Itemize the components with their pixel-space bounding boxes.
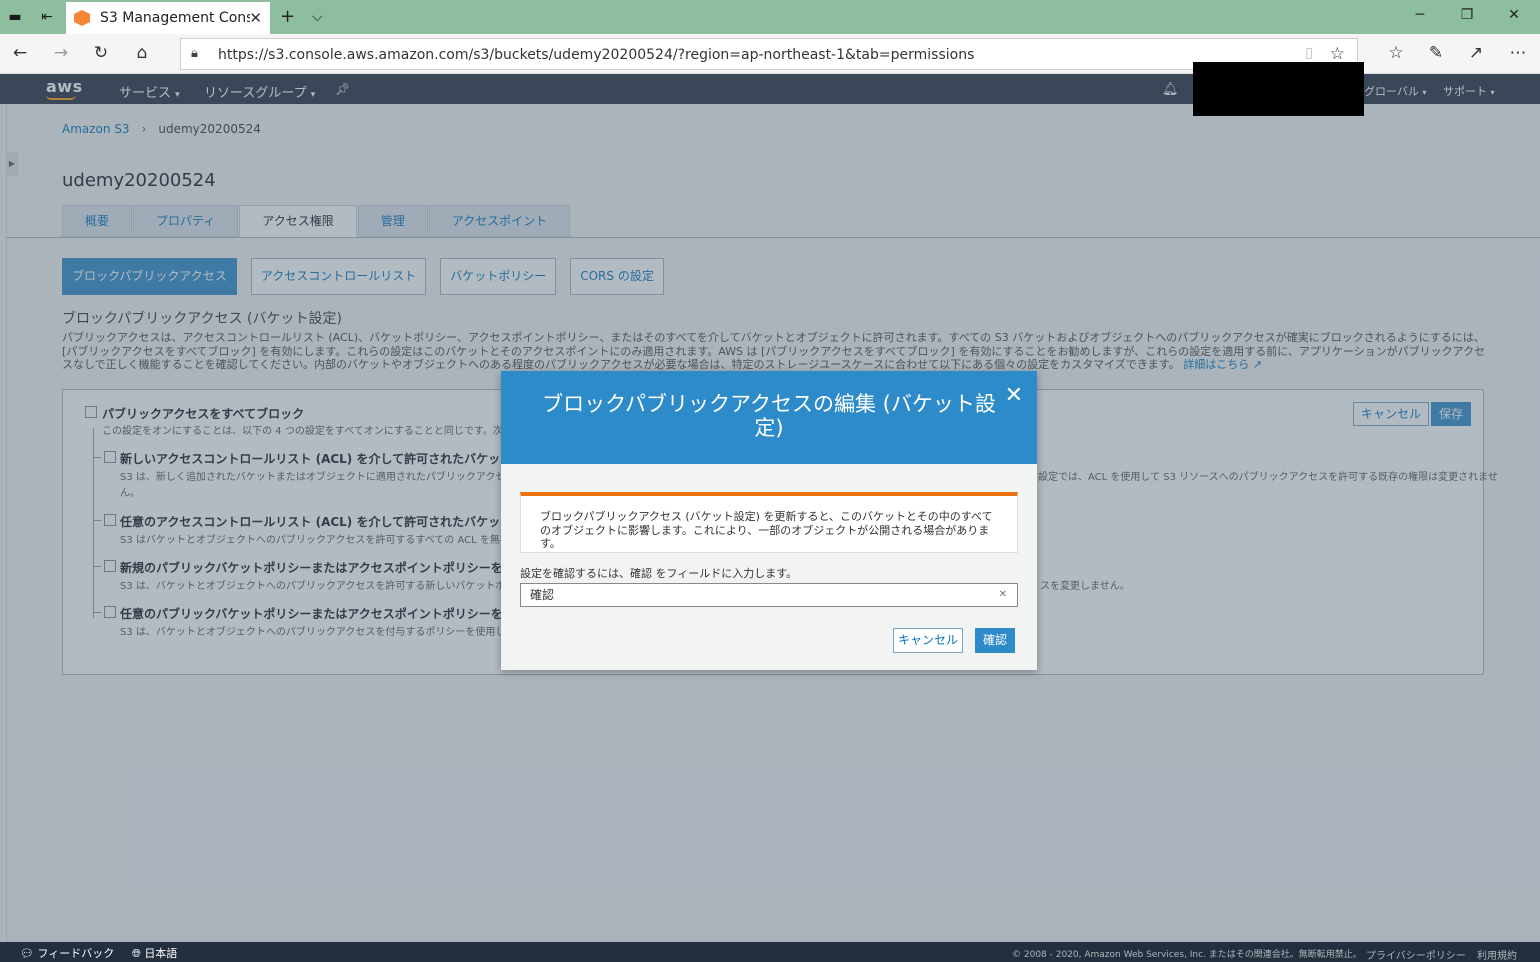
warning-text: ブロックパブリックアクセス (バケット設定) を更新すると、このバケットとその中… bbox=[540, 510, 993, 550]
favorite-star-icon[interactable]: ☆ bbox=[1330, 44, 1345, 64]
restore-icon[interactable]: ❐ bbox=[1457, 7, 1477, 23]
confirm-input-value: 確認 bbox=[530, 588, 555, 602]
dialog-title: ブロックパブリックアクセスの編集 (バケット設定) bbox=[542, 392, 996, 440]
terms-link[interactable]: 利用規約 bbox=[1477, 947, 1517, 962]
copyright-text: © 2008 - 2020, Amazon Web Services, Inc.… bbox=[1012, 950, 1362, 960]
cancel-button[interactable]: キャンセル bbox=[893, 628, 963, 653]
pen-icon[interactable]: ✎ bbox=[1425, 43, 1447, 63]
address-bar[interactable]: 🔒︎ https://s3.console.aws.amazon.com/s3/… bbox=[180, 38, 1358, 70]
home-icon[interactable]: ⌂ bbox=[131, 43, 153, 63]
language-selector[interactable]: 🌐︎ 日本語 bbox=[132, 945, 177, 961]
warning-alert: ブロックパブリックアクセス (バケット設定) を更新すると、このバケットとその中… bbox=[520, 492, 1018, 553]
tab-title: S3 Management Conso bbox=[100, 10, 250, 26]
close-tab-icon[interactable]: ✕ bbox=[249, 9, 262, 27]
lock-icon: 🔒︎ bbox=[191, 46, 198, 61]
url-text[interactable]: https://s3.console.aws.amazon.com/s3/buc… bbox=[218, 47, 974, 63]
set-aside-tabs-icon[interactable]: ⇤ bbox=[38, 8, 56, 26]
minimize-icon[interactable]: ─ bbox=[1410, 7, 1430, 23]
more-icon[interactable]: ⋯ bbox=[1507, 43, 1529, 63]
close-icon[interactable]: ✕ bbox=[1005, 385, 1023, 407]
console-footer: 💬︎ フィードバック 🌐︎ 日本語 © 2008 - 2020, Amazon … bbox=[0, 942, 1540, 962]
feedback-label: フィードバック bbox=[37, 947, 115, 960]
dialog-body: ブロックパブリックアクセス (バケット設定) を更新すると、このバケットとその中… bbox=[501, 464, 1037, 670]
confirm-button[interactable]: 確認 bbox=[975, 628, 1015, 653]
forward-icon[interactable]: → bbox=[50, 43, 72, 63]
reading-view-icon[interactable]: ▯ bbox=[1305, 45, 1313, 61]
globe-icon: 🌐︎ bbox=[132, 947, 141, 960]
clear-input-icon[interactable]: ✕ bbox=[999, 589, 1007, 601]
language-label: 日本語 bbox=[144, 947, 178, 960]
dialog-header: ブロックパブリックアクセスの編集 (バケット設定) ✕ bbox=[501, 371, 1037, 464]
aws-favicon-icon bbox=[74, 10, 90, 26]
tab-manager-icon[interactable]: ▬ bbox=[6, 8, 24, 26]
feedback-link[interactable]: 💬︎ フィードバック bbox=[20, 945, 114, 961]
privacy-policy-link[interactable]: プライバシーポリシー bbox=[1366, 947, 1466, 962]
redacted-account-block bbox=[1193, 62, 1364, 116]
edit-block-public-access-dialog: ブロックパブリックアクセスの編集 (バケット設定) ✕ ブロックパブリックアクセ… bbox=[501, 371, 1037, 670]
tab-list-chevron-icon[interactable]: ⌵ bbox=[312, 9, 323, 25]
window-titlebar: ▬ ⇤ S3 Management Conso ✕ + ⌵ ─ ❐ ✕ bbox=[0, 0, 1540, 34]
share-icon[interactable]: ↗ bbox=[1465, 43, 1487, 63]
confirm-instruction: 設定を確認するには、確認 をフィールドに入力します。 bbox=[520, 567, 798, 580]
confirm-input[interactable]: 確認 ✕ bbox=[520, 583, 1018, 607]
back-icon[interactable]: ← bbox=[9, 43, 31, 63]
feedback-icon: 💬︎ bbox=[20, 947, 34, 960]
browser-tab[interactable]: S3 Management Conso ✕ bbox=[66, 2, 270, 34]
close-window-icon[interactable]: ✕ bbox=[1504, 7, 1524, 23]
refresh-icon[interactable]: ↻ bbox=[90, 43, 112, 63]
favorites-icon[interactable]: ☆ bbox=[1385, 43, 1407, 63]
new-tab-icon[interactable]: + bbox=[280, 6, 295, 27]
